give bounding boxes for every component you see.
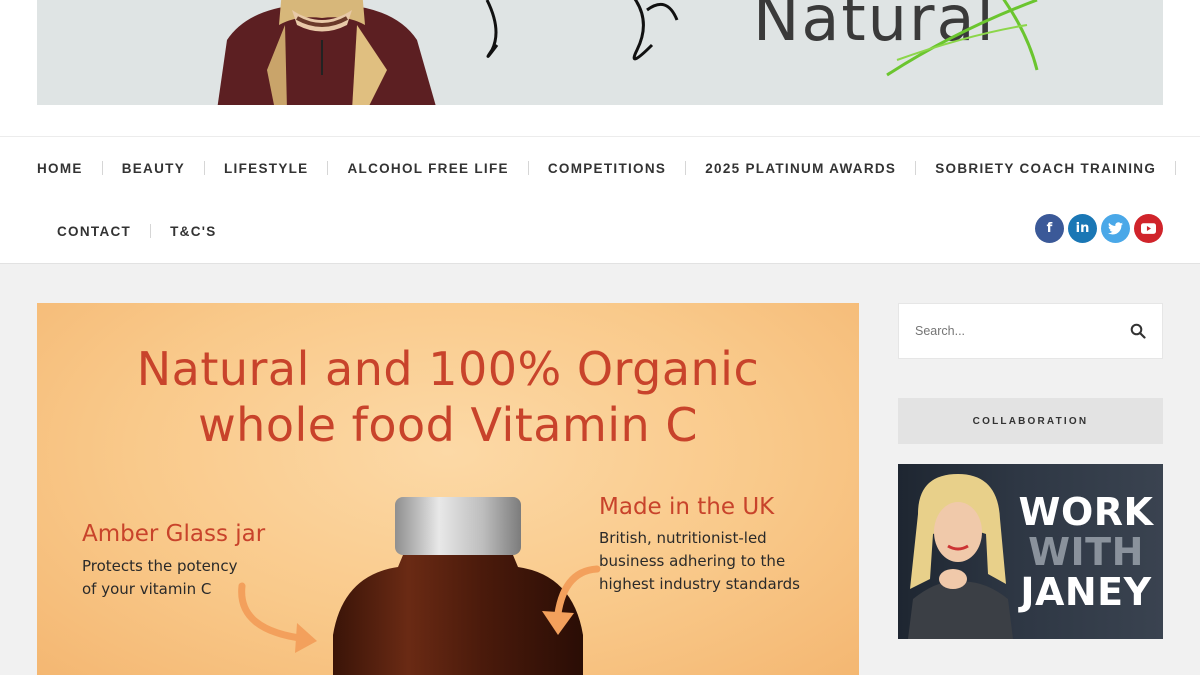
twitter-icon[interactable] bbox=[1101, 214, 1130, 243]
hero-right-body-line: British, nutritionist-led bbox=[599, 529, 767, 547]
search-box bbox=[898, 303, 1163, 359]
search-icon[interactable] bbox=[1130, 323, 1146, 339]
youtube-icon[interactable] bbox=[1134, 214, 1163, 243]
nav-item-terms[interactable]: T&C'S bbox=[170, 224, 216, 239]
nav-divider bbox=[685, 161, 687, 175]
nav-item-contact[interactable]: CONTACT bbox=[57, 224, 131, 239]
nav-item-platinum-awards[interactable]: 2025 PLATINUM AWARDS bbox=[705, 161, 896, 176]
nav-item-sobriety-coach-training[interactable]: SOBRIETY COACH TRAINING bbox=[935, 161, 1156, 176]
hero-right-body-line: highest industry standards bbox=[599, 575, 800, 593]
hero-right-body-line: business adhering to the bbox=[599, 552, 786, 570]
nav-row-primary: HOME BEAUTY LIFESTYLE ALCOHOL FREE LIFE … bbox=[37, 158, 1195, 178]
nav-item-home[interactable]: HOME bbox=[37, 161, 83, 176]
arrow-graphic-left bbox=[238, 582, 317, 653]
green-swoosh-graphic bbox=[886, 0, 1039, 77]
promo-person-image bbox=[908, 474, 1013, 639]
banner-person-image bbox=[217, 0, 436, 105]
promo-line-janey: JANEY bbox=[1020, 570, 1152, 614]
hero-right-body: British, nutritionist-led business adher… bbox=[599, 527, 849, 596]
nav-item-alcohol-free-life[interactable]: ALCOHOL FREE LIFE bbox=[347, 161, 508, 176]
site-header: Natural bbox=[0, 0, 1200, 136]
hero-right-heading: Made in the UK bbox=[599, 494, 775, 520]
nav-divider bbox=[101, 161, 103, 175]
search-input[interactable] bbox=[915, 324, 1130, 338]
banner-script-logo bbox=[485, 0, 679, 61]
work-with-janey-banner[interactable]: WORK WITH JANEY bbox=[898, 464, 1163, 639]
nav-divider bbox=[1175, 161, 1177, 175]
nav-item-beauty[interactable]: BEAUTY bbox=[122, 161, 185, 176]
linkedin-icon[interactable]: in bbox=[1068, 214, 1097, 243]
arrow-graphic-right bbox=[542, 565, 601, 635]
nav-divider bbox=[915, 161, 917, 175]
nav-divider bbox=[204, 161, 206, 175]
hero-title-line1: Natural and 100% Organic bbox=[136, 342, 760, 396]
nav-row-secondary: CONTACT T&C'S bbox=[57, 221, 217, 241]
hero-left-body-line: Protects the potency bbox=[82, 557, 238, 575]
social-links: f in bbox=[1035, 214, 1163, 243]
nav-item-competitions[interactable]: COMPETITIONS bbox=[548, 161, 666, 176]
featured-post-image[interactable]: Natural and 100% Organic whole food Vita… bbox=[37, 303, 859, 675]
promo-line-with: WITH bbox=[1028, 530, 1144, 574]
hero-left-heading: Amber Glass jar bbox=[82, 521, 266, 547]
main-navigation: HOME BEAUTY LIFESTYLE ALCOHOL FREE LIFE … bbox=[0, 136, 1200, 264]
nav-item-lifestyle[interactable]: LIFESTYLE bbox=[224, 161, 308, 176]
hero-title: Natural and 100% Organic whole food Vita… bbox=[37, 341, 859, 453]
nav-divider bbox=[527, 161, 529, 175]
nav-divider bbox=[150, 224, 152, 238]
facebook-icon[interactable]: f bbox=[1035, 214, 1064, 243]
header-banner[interactable]: Natural bbox=[37, 0, 1163, 105]
nav-divider bbox=[327, 161, 329, 175]
hero-title-line2: whole food Vitamin C bbox=[198, 398, 698, 452]
widget-heading-collaboration: COLLABORATION bbox=[898, 398, 1163, 444]
promo-line-work: WORK bbox=[1018, 490, 1154, 534]
